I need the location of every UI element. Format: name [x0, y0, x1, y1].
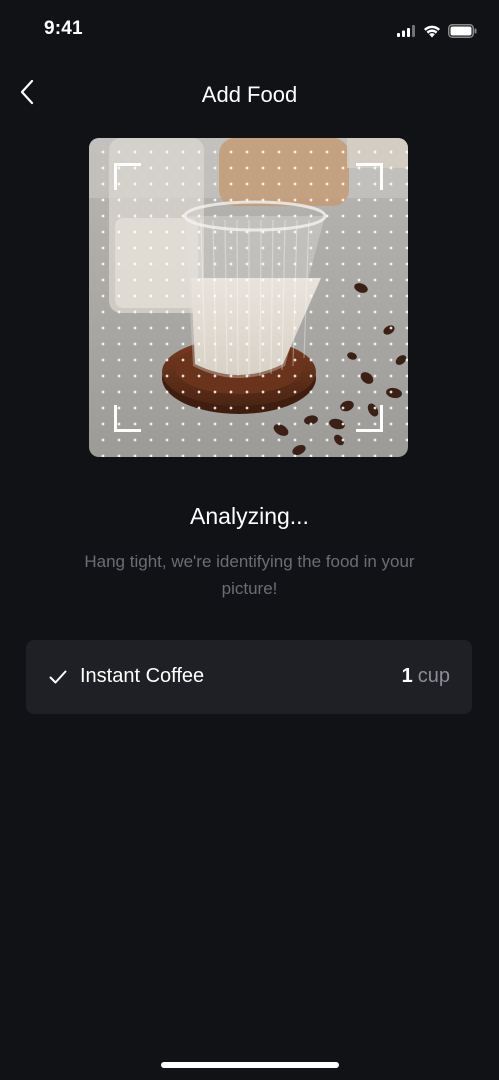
portion-quantity: 1: [401, 665, 413, 687]
food-name: Instant Coffee: [80, 665, 205, 687]
check-icon: [49, 670, 67, 684]
portion-unit: cup: [417, 665, 450, 687]
scan-photo: [89, 138, 408, 457]
portion: 1 cup: [402, 665, 450, 688]
status-icons: [397, 22, 477, 40]
scan-corner-bottom-left: [114, 405, 141, 432]
scan-corner-top-left: [114, 163, 141, 190]
signal-icon: [397, 25, 415, 37]
food-result-item[interactable]: Instant Coffee 1 cup: [26, 640, 472, 714]
home-indicator[interactable]: [161, 1062, 339, 1068]
battery-icon: [448, 24, 477, 38]
scan-corner-bottom-right: [356, 405, 383, 432]
wifi-icon: [424, 25, 440, 37]
page-title: Add Food: [201, 82, 298, 107]
scan-corner-top-right: [356, 163, 383, 190]
analyzing-title: Analyzing...: [190, 503, 309, 529]
analyzing-subtitle: Hang tight, we're identifying the food i…: [84, 552, 415, 598]
status-time: 9:41: [44, 18, 83, 39]
status-bar: 9:41: [0, 0, 499, 60]
